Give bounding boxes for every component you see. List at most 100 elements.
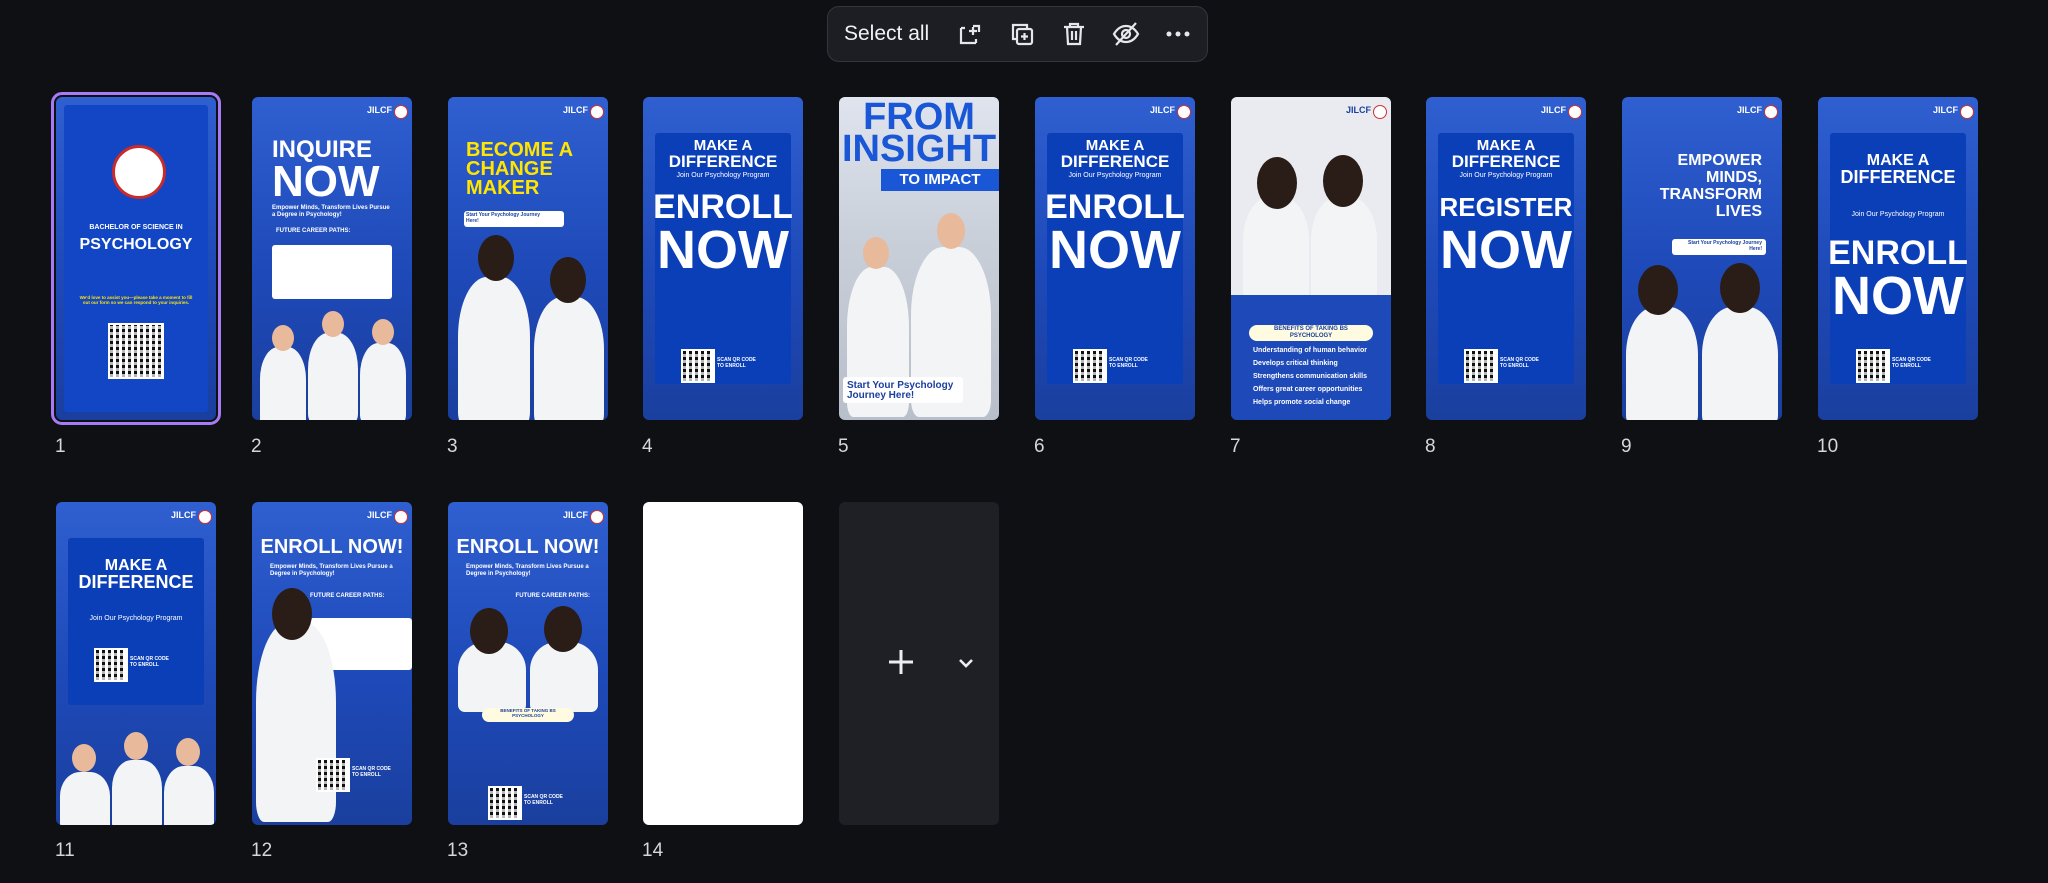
- qr-code: [1856, 349, 1890, 383]
- page-text: JILCF: [562, 510, 588, 520]
- page-thumbnail-12[interactable]: JILCF ENROLL NOW! Empower Minds, Transfo…: [252, 502, 412, 825]
- hair: [550, 257, 586, 303]
- qr-code: [108, 323, 164, 379]
- hide-icon[interactable]: [1111, 19, 1141, 49]
- hair: [478, 235, 514, 281]
- more-icon[interactable]: [1163, 19, 1193, 49]
- page-text: NOW: [1049, 220, 1181, 280]
- page-text: JILCF: [366, 105, 392, 115]
- add-page-tile[interactable]: [839, 502, 999, 825]
- brand-seal: [394, 510, 408, 524]
- page-thumbnail-1[interactable]: BACHELOR OF SCIENCE IN PSYCHOLOGY We'd l…: [51, 92, 221, 425]
- person-photo: [1311, 197, 1377, 307]
- qr-code: [94, 648, 128, 682]
- page-thumbnail-11[interactable]: JILCF MAKE A DIFFERENCE Join Our Psychol…: [56, 502, 216, 825]
- brand-seal: [1764, 105, 1778, 119]
- page-text: EMPOWER: [1677, 152, 1762, 169]
- page-thumbnail-5[interactable]: FROM INSIGHT TO IMPACT Start Your Psycho…: [839, 97, 999, 420]
- page-number: 11: [55, 840, 75, 861]
- page-text: TRANSFORM: [1659, 186, 1762, 203]
- hair: [1323, 155, 1363, 207]
- page-text: TO IMPACT: [899, 171, 981, 188]
- hair: [470, 608, 508, 654]
- person-photo: [1626, 307, 1698, 420]
- page-text: Understanding of human behavior: [1253, 347, 1367, 354]
- page-text: JILCF: [366, 510, 392, 520]
- page-text: Develops critical thinking: [1253, 360, 1338, 367]
- page-thumbnail-10[interactable]: JILCF MAKE A DIFFERENCE Join Our Psychol…: [1818, 97, 1978, 420]
- brand-seal: [198, 510, 212, 524]
- page-thumbnail-14[interactable]: [643, 502, 803, 825]
- page-thumbnail-7[interactable]: JILCF BENEFITS OF TAKING BS PSYCHOLOGY U…: [1231, 97, 1391, 420]
- add-page-icon[interactable]: [955, 19, 985, 49]
- face: [863, 237, 889, 269]
- select-all-button[interactable]: Select all: [844, 22, 929, 46]
- page-text: MAKE A: [1866, 152, 1930, 169]
- page-text: Join Our Psychology Program: [1459, 172, 1553, 179]
- page-text: MAKER: [466, 177, 540, 199]
- page-text: JILCF: [1345, 105, 1371, 115]
- page-text: SCAN QR CODE TO ENROLL: [130, 656, 169, 668]
- person-photo: [360, 343, 406, 420]
- selection-toolbar: Select all: [827, 6, 1208, 62]
- brand-seal: [590, 105, 604, 119]
- page-text: DIFFERENCE: [1840, 167, 1956, 187]
- page-thumbnail-13[interactable]: JILCF ENROLL NOW! Empower Minds, Transfo…: [448, 502, 608, 825]
- page-number: 13: [447, 840, 469, 861]
- face: [176, 738, 200, 766]
- page-thumbnail-6[interactable]: JILCF MAKE A DIFFERENCE Join Our Psychol…: [1035, 97, 1195, 420]
- page-text: MAKE A: [104, 557, 168, 574]
- page-thumbnail-2[interactable]: JILCF INQUIRE NOW Empower Minds, Transfo…: [252, 97, 412, 420]
- person-photo: [1243, 197, 1309, 307]
- person-photo: [60, 772, 110, 825]
- page-text: DIFFERENCE: [1060, 152, 1170, 171]
- page-number: 1: [55, 436, 66, 457]
- person-photo: [458, 277, 530, 420]
- page-text: JILCF: [1736, 105, 1762, 115]
- page-text: NOW: [1832, 266, 1964, 326]
- page-text: ENROLL NOW!: [456, 536, 600, 558]
- qr-code: [316, 758, 350, 792]
- brand-seal: [394, 105, 408, 119]
- page-text: PSYCHOLOGY: [79, 236, 193, 253]
- plus-icon[interactable]: [881, 642, 921, 682]
- page-thumbnail-8[interactable]: JILCF MAKE A DIFFERENCE Join Our Psychol…: [1426, 97, 1586, 420]
- page-text: ENROLL NOW!: [260, 536, 404, 558]
- page-text: NOW: [272, 157, 380, 206]
- page-text: BENEFITS OF TAKING BS PSYCHOLOGY: [500, 708, 556, 718]
- page-text: BENEFITS OF TAKING BS PSYCHOLOGY: [1274, 326, 1348, 339]
- page-text: DIFFERENCE: [1451, 152, 1561, 171]
- person-photo: [308, 333, 358, 420]
- page-text: FUTURE CAREER PATHS:: [276, 228, 351, 234]
- page-number: 7: [1230, 436, 1241, 457]
- qr-code: [1464, 349, 1498, 383]
- brand-seal: [590, 510, 604, 524]
- page-thumbnail-3[interactable]: JILCF BECOME A CHANGE MAKER Start Your P…: [448, 97, 608, 420]
- page-text: MINDS,: [1706, 169, 1762, 186]
- page-text: SCAN QR CODE TO ENROLL: [1109, 357, 1148, 369]
- page-text: ENROLL: [1045, 188, 1185, 226]
- page-number: 12: [251, 840, 273, 861]
- page-text: Empower Minds, Transform Lives Pursue a …: [466, 564, 589, 578]
- hair: [1720, 263, 1760, 313]
- chevron-down-icon[interactable]: [955, 652, 977, 674]
- duplicate-icon[interactable]: [1007, 19, 1037, 49]
- face: [272, 325, 294, 351]
- page-text: ENROLL: [653, 188, 793, 226]
- page-text: ENROLL: [1828, 234, 1968, 272]
- person-photo: [164, 766, 214, 825]
- page-thumbnail-9[interactable]: JILCF EMPOWER MINDS, TRANSFORM LIVES Sta…: [1622, 97, 1782, 420]
- page-text: NOW: [657, 220, 789, 280]
- brand-seal: [1177, 105, 1191, 119]
- trash-icon[interactable]: [1059, 19, 1089, 49]
- page-text: Empower Minds, Transform Lives Pursue a …: [272, 205, 390, 219]
- page-text: We'd love to assist you—please take a mo…: [79, 295, 193, 306]
- page-number: 8: [1425, 436, 1436, 457]
- hair: [272, 588, 312, 640]
- page-number: 10: [1817, 436, 1839, 457]
- brand-seal: [1568, 105, 1582, 119]
- person-photo: [534, 297, 604, 420]
- page-text: SCAN QR CODE TO ENROLL: [1892, 357, 1931, 369]
- person-photo: [530, 642, 598, 712]
- page-thumbnail-4[interactable]: MAKE A DIFFERENCE Join Our Psychology Pr…: [643, 97, 803, 420]
